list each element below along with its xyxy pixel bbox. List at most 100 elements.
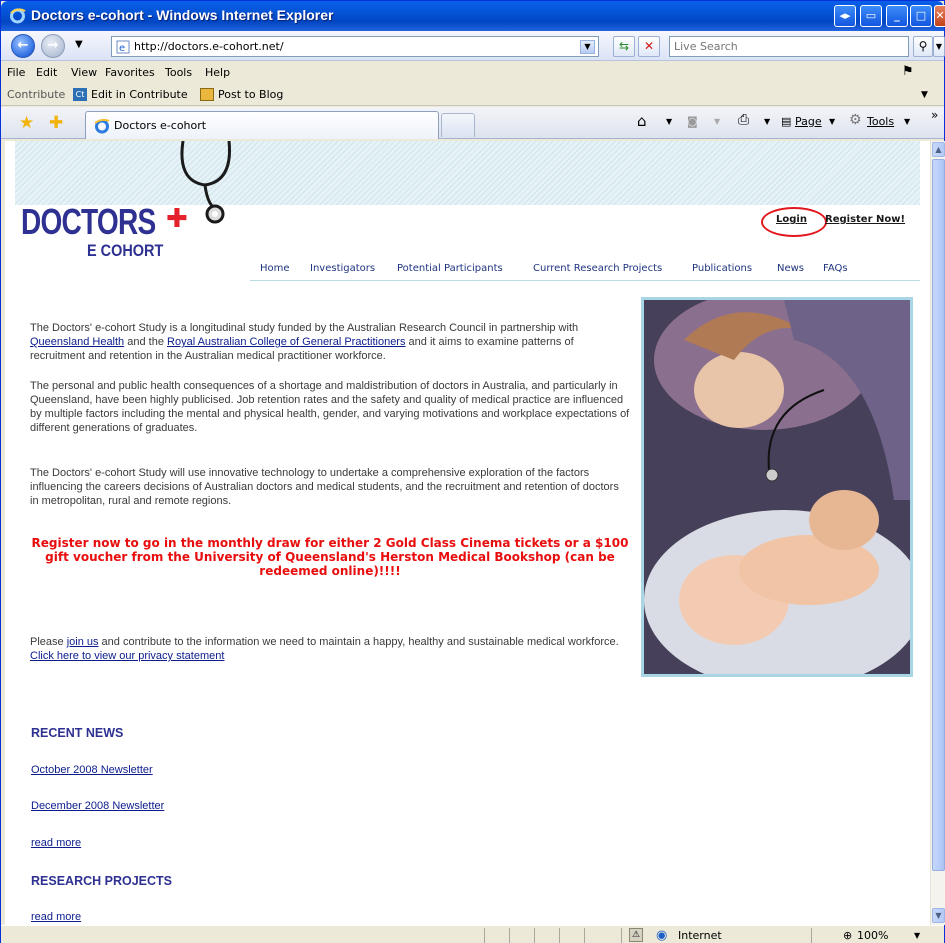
refresh-icon[interactable]: ⇆ — [613, 36, 635, 57]
header-hatch-band — [15, 141, 920, 205]
tab-doctors-e-cohort[interactable]: Doctors e-cohort — [85, 111, 439, 139]
contribute-icon: Ct — [73, 88, 87, 101]
login-link[interactable]: Login — [776, 214, 807, 225]
window-title: Doctors e-cohort - Windows Internet Expl… — [31, 7, 334, 23]
menu-file[interactable]: File — [7, 66, 25, 79]
svg-text:e: e — [119, 43, 125, 54]
page-menu-button[interactable]: Page — [795, 115, 822, 128]
globe-icon: ◉ — [656, 928, 668, 943]
address-bar[interactable]: e ▼ — [111, 36, 599, 57]
menu-bar: File Edit View Favorites Tools Help ⚑ — [1, 62, 944, 83]
search-input[interactable] — [670, 37, 908, 56]
nav-divider — [250, 280, 920, 281]
back-button[interactable]: ← — [11, 34, 35, 58]
doctor-with-baby-photo — [641, 297, 913, 677]
technology-paragraph: The Doctors' e-cohort Study will use inn… — [30, 467, 619, 507]
page-viewport: DOCTORS ✚ E COHORT Login Register Now! H… — [5, 141, 930, 925]
scroll-down-icon[interactable]: ▼ — [932, 908, 945, 923]
history-dropdown-icon[interactable]: ▼ — [75, 39, 83, 50]
maximize-button[interactable]: □ — [910, 5, 932, 27]
news-read-more-link[interactable]: read more — [31, 837, 81, 849]
chevron-down-icon[interactable]: ▼ — [921, 90, 928, 100]
nav-publications[interactable]: Publications — [692, 263, 752, 274]
favorites-star-icon[interactable]: ★ — [19, 113, 34, 133]
news-link-december-2008[interactable]: December 2008 Newsletter — [31, 800, 164, 812]
recent-news-heading: RECENT NEWS — [31, 726, 124, 740]
stop-icon[interactable]: ✕ — [638, 36, 660, 57]
post-to-blog-button[interactable]: Post to Blog — [218, 88, 283, 101]
nav-investigators[interactable]: Investigators — [310, 263, 375, 274]
promo-text: Register now to go in the monthly draw f… — [31, 536, 629, 578]
new-tab-button[interactable] — [441, 113, 475, 137]
windows-flag-icon: ⚑ — [902, 64, 914, 79]
menu-edit[interactable]: Edit — [36, 66, 57, 79]
post-to-blog-icon — [200, 88, 214, 101]
search-icon[interactable]: ⚲ — [913, 36, 933, 57]
photo-illustration — [644, 300, 910, 674]
contribute-label: Contribute — [7, 88, 66, 101]
contribute-toolbar: Contribute Ct Edit in Contribute Post to… — [1, 83, 944, 106]
close-button[interactable]: ✕ — [934, 5, 945, 27]
tab-title: Doctors e-cohort — [114, 119, 207, 132]
print-icon[interactable]: ⎙ — [738, 112, 749, 128]
join-text-1: Please — [30, 636, 67, 648]
zoom-icon: ⊕ — [843, 929, 853, 942]
edit-in-contribute-button[interactable]: Edit in Contribute — [91, 88, 188, 101]
page-ie-icon: e — [116, 40, 130, 54]
nav-potential-participants[interactable]: Potential Participants — [397, 263, 503, 274]
window-switch-button[interactable]: ◂▸ — [834, 5, 856, 27]
news-link-october-2008[interactable]: October 2008 Newsletter — [31, 764, 153, 776]
nav-home[interactable]: Home — [260, 263, 290, 274]
nav-faqs[interactable]: FAQs — [823, 263, 848, 274]
zoom-dropdown-icon[interactable]: ▼ — [914, 931, 920, 940]
nav-news[interactable]: News — [777, 263, 804, 274]
search-options-icon[interactable]: ▼ — [933, 36, 945, 57]
consequences-paragraph: The personal and public health consequen… — [30, 380, 630, 434]
chevrons-right-icon[interactable]: » — [931, 108, 938, 122]
register-now-link[interactable]: Register Now! — [825, 214, 905, 225]
racgp-link[interactable]: Royal Australian College of General Prac… — [167, 336, 405, 348]
logo-main-text: DOCTORS — [21, 201, 156, 242]
address-input[interactable] — [134, 38, 564, 55]
feeds-icon[interactable]: ◙ — [687, 115, 698, 128]
tools-menu-button[interactable]: Tools — [867, 115, 894, 128]
chevron-down-icon[interactable]: ▼ — [904, 117, 910, 126]
intro-text-1: The Doctors' e-cohort Study is a longitu… — [30, 322, 579, 334]
address-dropdown-icon[interactable]: ▼ — [580, 40, 595, 54]
queensland-health-link[interactable]: Queensland Health — [30, 336, 124, 348]
chevron-down-icon[interactable]: ▼ — [714, 117, 720, 126]
zoom-level[interactable]: 100% — [857, 929, 888, 942]
window-tile-button[interactable]: ▭ — [860, 5, 882, 27]
join-us-link[interactable]: join us — [67, 636, 99, 648]
search-box[interactable] — [669, 36, 909, 57]
menu-view[interactable]: View — [71, 66, 97, 79]
intro-paragraph: The Doctors' e-cohort Study is a longitu… — [30, 321, 630, 363]
scroll-thumb[interactable] — [932, 159, 945, 871]
doctors-e-cohort-logo[interactable]: DOCTORS ✚ E COHORT — [21, 201, 188, 273]
zone-label: Internet — [678, 929, 722, 942]
nav-current-research-projects[interactable]: Current Research Projects — [533, 263, 662, 274]
forward-arrow-icon: → — [47, 38, 59, 53]
title-bar: Doctors e-cohort - Windows Internet Expl… — [1, 1, 945, 31]
join-paragraph: Please join us and contribute to the inf… — [30, 635, 630, 663]
add-favorites-icon[interactable]: ✚ — [49, 113, 63, 133]
back-arrow-icon: ← — [17, 38, 29, 53]
chevron-down-icon[interactable]: ▼ — [764, 117, 770, 126]
menu-help[interactable]: Help — [205, 66, 230, 79]
home-icon[interactable]: ⌂ — [637, 112, 647, 130]
gear-icon: ⚙ — [849, 112, 862, 128]
menu-favorites[interactable]: Favorites — [105, 66, 155, 79]
protected-mode-icon[interactable]: ⚠ — [629, 928, 643, 942]
research-read-more-link[interactable]: read more — [31, 911, 81, 923]
privacy-statement-link[interactable]: Click here to view our privacy statement — [30, 650, 224, 662]
scroll-up-icon[interactable]: ▲ — [932, 142, 945, 157]
menu-tools[interactable]: Tools — [165, 66, 192, 79]
page-icon: ▤ — [781, 115, 792, 128]
vertical-scrollbar[interactable]: ▲ ▼ — [930, 141, 945, 925]
chevron-down-icon[interactable]: ▼ — [829, 117, 835, 126]
red-cross-icon: ✚ — [166, 204, 188, 234]
chevron-down-icon[interactable]: ▼ — [666, 117, 672, 126]
address-toolbar: ← → ▼ e ▼ ⇆ ✕ ⚲ ▼ — [1, 31, 945, 61]
minimize-button[interactable]: _ — [886, 5, 908, 27]
forward-button[interactable]: → — [41, 34, 65, 58]
